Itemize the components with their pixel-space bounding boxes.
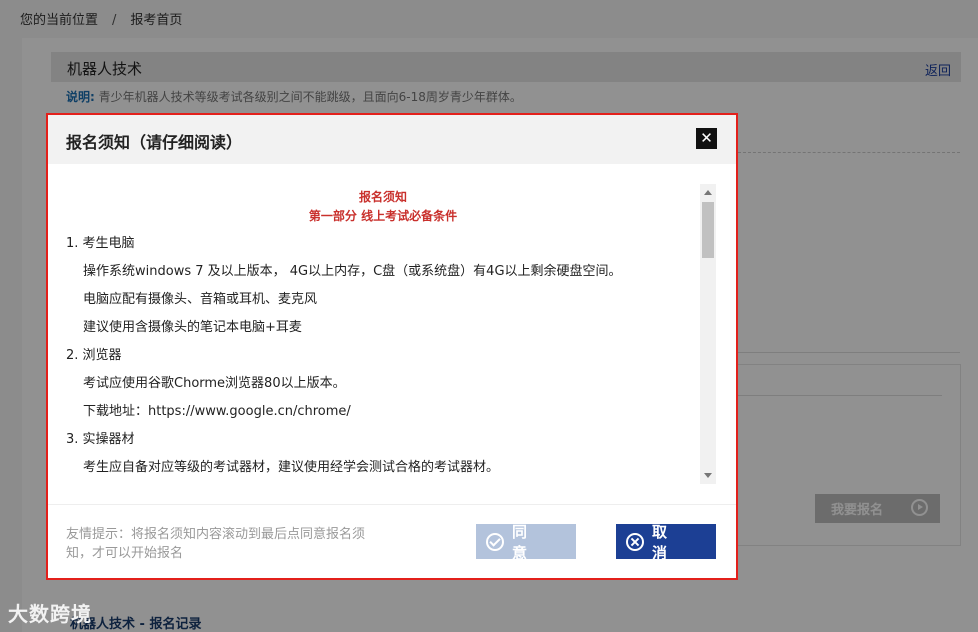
item-line: 下载地址：https://www.google.cn/chrome/ [83, 404, 351, 419]
item-title: 2. 浏览器 [66, 348, 122, 363]
item-title: 3. 实操器材 [66, 432, 135, 447]
item-title: 1. 考生电脑 [66, 236, 135, 251]
modal-header: 报名须知（请仔细阅读） ✕ [48, 115, 736, 164]
scrollbar[interactable] [700, 184, 716, 484]
agree-button[interactable]: 同 意 [476, 523, 576, 562]
cancel-button[interactable]: 取 消 [616, 523, 716, 562]
notice-heading: 报名须知 [358, 190, 407, 204]
close-circle-icon [626, 532, 644, 551]
notice-subheading: 第一部分 线上考试必备条件 [308, 209, 458, 223]
item-line: 建议使用含摄像头的笔记本电脑+耳麦 [83, 320, 302, 335]
item-line: 操作系统windows 7 及以上版本， 4G以上内存，C盘（或系统盘）有4G以… [83, 264, 622, 279]
item-line: 考生应自备对应等级的考试器材，建议使用经学会测试合格的考试器材。 [83, 460, 500, 475]
notice-content[interactable]: 报名须知 第一部分 线上考试必备条件 1. 考生电脑 操作系统windows 7… [48, 164, 736, 504]
registration-notice-modal: 报名须知（请仔细阅读） ✕ 报名须知 第一部分 线上考试必备条件 1. 考生电脑… [46, 113, 738, 580]
hint-text: 友情提示：将报名须知内容滚动到最后点同意报名须知，才可以开始报名 [66, 527, 366, 561]
divider [48, 504, 736, 505]
watermark: 大数跨境 [8, 602, 92, 626]
agree-label: 同 意 [512, 522, 542, 562]
cancel-label: 取 消 [652, 522, 682, 562]
close-icon[interactable]: ✕ [696, 128, 717, 149]
modal-title: 报名须知（请仔细阅读） [66, 133, 243, 152]
check-circle-icon [486, 532, 504, 551]
scroll-up-icon[interactable] [704, 190, 712, 195]
scrollbar-thumb[interactable] [702, 202, 714, 258]
scroll-down-icon[interactable] [704, 473, 712, 478]
item-line: 考试应使用谷歌Chorme浏览器80以上版本。 [83, 376, 346, 391]
item-line: 电脑应配有摄像头、音箱或耳机、麦克风 [83, 292, 318, 307]
